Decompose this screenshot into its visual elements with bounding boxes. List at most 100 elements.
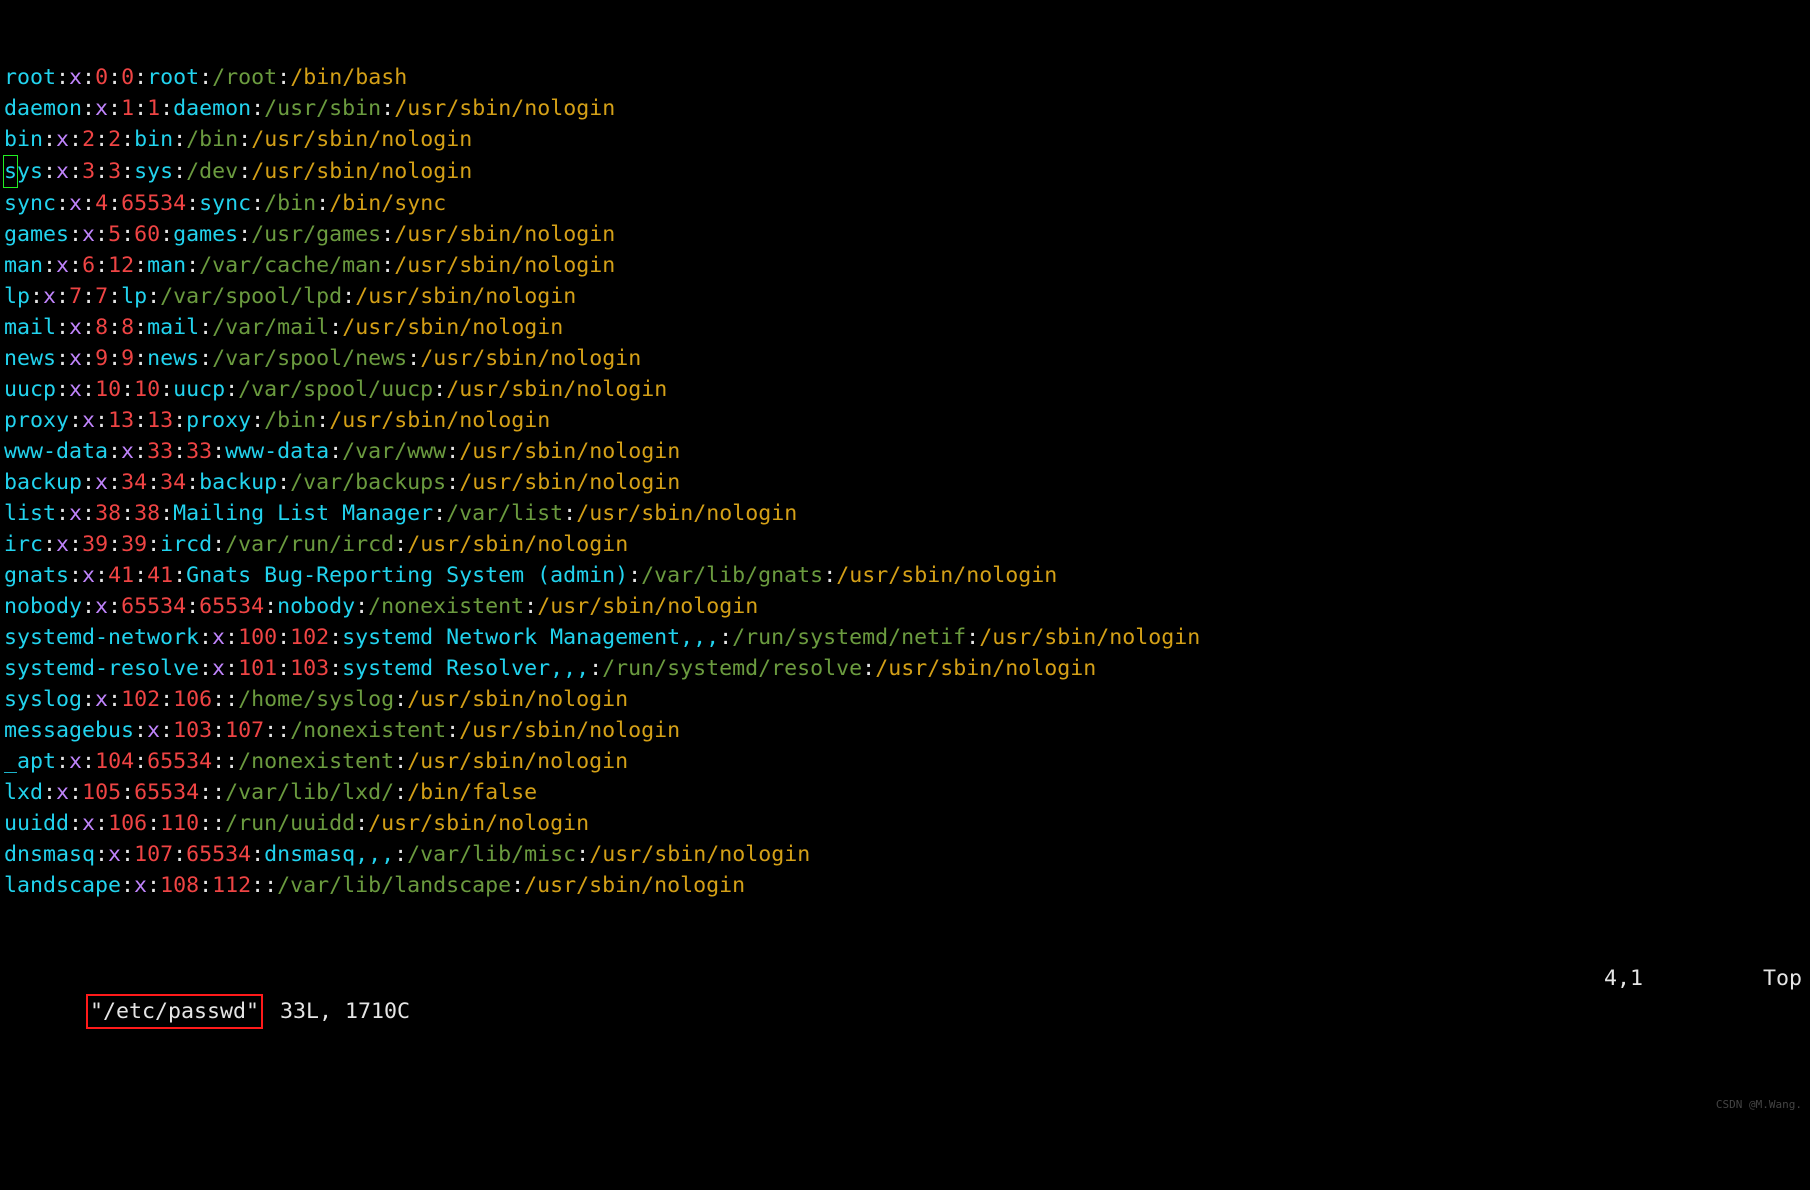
username: landscape: [4, 873, 121, 898]
gid: 7: [95, 284, 108, 309]
home-dir: /bin: [264, 191, 316, 216]
password-field: x: [121, 439, 134, 464]
password-field: x: [212, 625, 225, 650]
gid: 9: [121, 346, 134, 371]
password-field: x: [69, 501, 82, 526]
password-field: x: [56, 159, 69, 184]
uid: 5: [108, 222, 121, 247]
login-shell: /usr/sbin/nologin: [576, 501, 797, 526]
uid: 105: [82, 780, 121, 805]
password-field: x: [69, 346, 82, 371]
gid: 65534: [121, 191, 186, 216]
username: uuidd: [4, 811, 69, 836]
gecos: systemd Resolver,,,: [342, 656, 589, 681]
username: news: [4, 346, 56, 371]
gid: 10: [134, 377, 160, 402]
login-shell: /usr/sbin/nologin: [875, 656, 1096, 681]
login-shell: /usr/sbin/nologin: [459, 439, 680, 464]
username: lp: [4, 284, 30, 309]
password-field: x: [56, 780, 69, 805]
home-dir: /var/backups: [290, 470, 446, 495]
gecos: dnsmasq,,,: [264, 842, 394, 867]
home-dir: /var/spool/lpd: [160, 284, 342, 309]
uid: 104: [95, 749, 134, 774]
home-dir: /var/spool/uucp: [238, 377, 433, 402]
username: uucp: [4, 377, 56, 402]
username: root: [4, 65, 56, 90]
username: www-data: [4, 439, 108, 464]
gecos: uucp: [173, 377, 225, 402]
login-shell: /usr/sbin/nologin: [342, 315, 563, 340]
password-field: x: [69, 191, 82, 216]
login-shell: /usr/sbin/nologin: [459, 718, 680, 743]
gecos: systemd Network Management,,,: [342, 625, 719, 650]
login-shell: /usr/sbin/nologin: [407, 687, 628, 712]
password-field: x: [95, 96, 108, 121]
gecos: daemon: [173, 96, 251, 121]
username: syslog: [4, 687, 82, 712]
passwd-entry: bin:x:2:2:bin:/bin:/usr/sbin/nologin: [4, 124, 1806, 155]
username: bin: [4, 127, 43, 152]
password-field: x: [69, 315, 82, 340]
passwd-entry: uuidd:x:106:110::/run/uuidd:/usr/sbin/no…: [4, 808, 1806, 839]
password-field: x: [56, 532, 69, 557]
gid: 8: [121, 315, 134, 340]
username: nobody: [4, 594, 82, 619]
uid: 9: [95, 346, 108, 371]
gecos: www-data: [225, 439, 329, 464]
login-shell: /usr/sbin/nologin: [368, 811, 589, 836]
passwd-entry: messagebus:x:103:107::/nonexistent:/usr/…: [4, 715, 1806, 746]
gid: 65534: [134, 780, 199, 805]
uid: 8: [95, 315, 108, 340]
uid: 2: [82, 127, 95, 152]
home-dir: /var/mail: [212, 315, 329, 340]
login-shell: /usr/sbin/nologin: [524, 873, 745, 898]
passwd-entry: list:x:38:38:Mailing List Manager:/var/l…: [4, 498, 1806, 529]
passwd-entry: nobody:x:65534:65534:nobody:/nonexistent…: [4, 591, 1806, 622]
cursor: s: [3, 155, 18, 188]
username: daemon: [4, 96, 82, 121]
passwd-entry: sync:x:4:65534:sync:/bin:/bin/sync: [4, 188, 1806, 219]
login-shell: /usr/sbin/nologin: [355, 284, 576, 309]
username: ys: [17, 159, 43, 184]
username: games: [4, 222, 69, 247]
gid: 39: [121, 532, 147, 557]
uid: 41: [108, 563, 134, 588]
home-dir: /var/www: [342, 439, 446, 464]
login-shell: /usr/sbin/nologin: [394, 222, 615, 247]
password-field: x: [147, 718, 160, 743]
passwd-entry: games:x:5:60:games:/usr/games:/usr/sbin/…: [4, 219, 1806, 250]
passwd-entry: mail:x:8:8:mail:/var/mail:/usr/sbin/nolo…: [4, 312, 1806, 343]
password-field: x: [82, 408, 95, 433]
uid: 4: [95, 191, 108, 216]
password-field: x: [134, 873, 147, 898]
login-shell: /bin/false: [407, 780, 537, 805]
terminal-viewport[interactable]: root:x:0:0:root:/root:/bin/bashdaemon:x:…: [0, 0, 1810, 1122]
home-dir: /var/lib/gnats: [641, 563, 823, 588]
password-field: x: [69, 65, 82, 90]
gid: 112: [212, 873, 251, 898]
login-shell: /usr/sbin/nologin: [251, 127, 472, 152]
username: systemd-network: [4, 625, 199, 650]
passwd-entry: dnsmasq:x:107:65534:dnsmasq,,,:/var/lib/…: [4, 839, 1806, 870]
password-field: x: [69, 377, 82, 402]
home-dir: /var/lib/lxd/: [225, 780, 394, 805]
home-dir: /dev: [186, 159, 238, 184]
home-dir: /var/list: [446, 501, 563, 526]
password-field: x: [212, 656, 225, 681]
uid: 33: [147, 439, 173, 464]
login-shell: /usr/sbin/nologin: [394, 96, 615, 121]
home-dir: /run/systemd/resolve: [602, 656, 862, 681]
file-stats: 33L, 1710C: [267, 999, 410, 1024]
home-dir: /nonexistent: [290, 718, 446, 743]
gecos: ircd: [160, 532, 212, 557]
gecos: games: [173, 222, 238, 247]
cursor-position: 4,1: [1604, 963, 1643, 994]
password-field: x: [82, 563, 95, 588]
login-shell: /usr/sbin/nologin: [420, 346, 641, 371]
gid: 3: [108, 159, 121, 184]
gecos: sync: [199, 191, 251, 216]
password-field: x: [56, 127, 69, 152]
login-shell: /usr/sbin/nologin: [979, 625, 1200, 650]
passwd-entry: systemd-network:x:100:102:systemd Networ…: [4, 622, 1806, 653]
